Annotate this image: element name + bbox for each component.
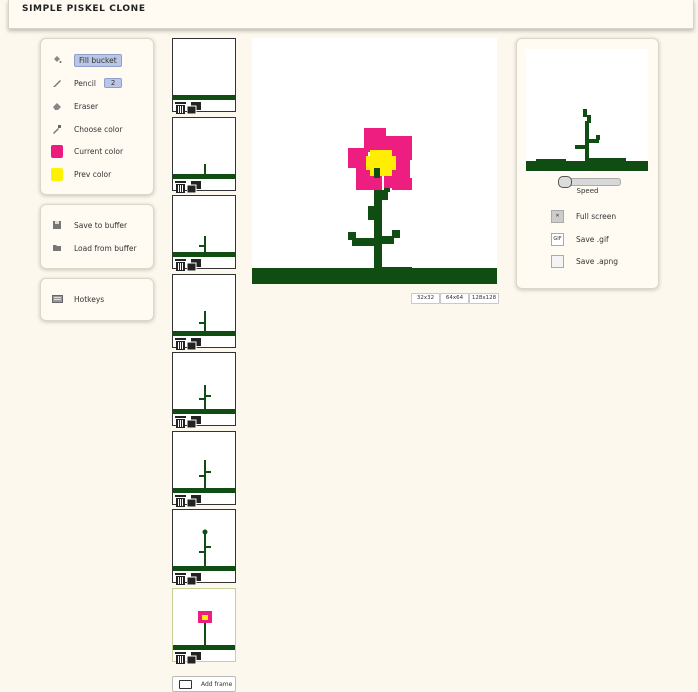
frame-thumbnail[interactable]: [172, 195, 236, 272]
frame-thumbnail[interactable]: [172, 38, 236, 115]
duplicate-icon[interactable]: [186, 492, 201, 508]
current-color-swatch: [51, 144, 63, 158]
frame-image: [173, 311, 235, 336]
folder-icon: [51, 242, 63, 254]
duplicate-icon[interactable]: [186, 99, 201, 115]
animation-preview: [526, 49, 648, 173]
prev-color-tool[interactable]: Prev color: [51, 165, 111, 183]
eraser-icon: [51, 100, 63, 112]
canvas-size-button[interactable]: 32x32: [411, 293, 440, 304]
trash-icon[interactable]: [175, 570, 186, 585]
trash-icon[interactable]: [175, 413, 186, 428]
hotkeys-button[interactable]: Hotkeys: [51, 290, 104, 308]
frame-image: [173, 236, 235, 257]
frame-buttons: [175, 413, 205, 429]
duplicate-icon[interactable]: [186, 570, 201, 586]
eraser-label: Eraser: [74, 101, 99, 111]
eyedropper-icon: [51, 123, 63, 135]
frame-image: [173, 95, 235, 100]
frame-thumbnail[interactable]: [172, 352, 236, 429]
prev-color-label: Prev color: [74, 169, 112, 179]
frame-image: [173, 529, 235, 571]
duplicate-icon[interactable]: [186, 335, 201, 351]
save-apng-label: Save .apng: [576, 256, 619, 266]
frame-buttons: [175, 256, 205, 272]
save-to-buffer-button[interactable]: Save to buffer: [51, 216, 127, 234]
frame-image: [173, 611, 235, 650]
duplicate-icon[interactable]: [186, 256, 201, 272]
fullscreen-icon: ✕: [551, 209, 564, 223]
frame-buttons: [175, 570, 205, 586]
full-screen-button[interactable]: ✕ Full screen: [551, 209, 616, 223]
fill-bucket-label: Fill bucket: [74, 53, 122, 67]
frame-buttons: [175, 335, 205, 351]
save-gif-label: Save .gif: [576, 234, 609, 244]
choose-color-tool[interactable]: Choose color: [51, 120, 123, 138]
preview-panel: Speed ✕ Full screen GIF Save .gif Save .…: [516, 38, 659, 289]
gif-icon: GIF: [551, 232, 564, 246]
save-apng-button[interactable]: Save .apng: [551, 254, 618, 268]
file-icon: [551, 254, 564, 268]
save-icon: [51, 219, 63, 231]
hotkeys-label: Hotkeys: [74, 294, 105, 304]
prev-color-swatch: [51, 167, 63, 181]
frame-thumbnail[interactable]: [172, 588, 236, 665]
keyboard-icon: [51, 293, 63, 305]
trash-icon[interactable]: [175, 649, 186, 664]
pencil-tool[interactable]: Pencil 2: [51, 74, 123, 92]
save-gif-button[interactable]: GIF Save .gif: [551, 232, 609, 246]
fill-bucket-tool[interactable]: Fill bucket: [51, 51, 122, 69]
add-frame-icon: [179, 679, 192, 689]
tools-panel: Fill bucket Pencil 2 Eraser Choose color…: [40, 38, 154, 195]
current-color-tool[interactable]: Current color: [51, 142, 123, 160]
duplicate-icon[interactable]: [186, 178, 201, 194]
buffer-panel: Save to buffer Load from buffer: [40, 204, 154, 269]
speed-slider[interactable]: [558, 176, 621, 188]
frame-thumbnail[interactable]: [172, 431, 236, 508]
app-title: SIMPLE PISKEL CLONE: [22, 4, 146, 14]
canvas-drawing: [252, 128, 497, 284]
current-color-swatch-wrap: [51, 144, 63, 158]
frame-image: [173, 460, 235, 493]
pencil-label: Pencil: [74, 78, 96, 88]
full-screen-label: Full screen: [576, 211, 617, 221]
frame-buttons: [175, 99, 205, 115]
choose-color-label: Choose color: [74, 124, 123, 134]
load-from-buffer-label: Load from buffer: [74, 243, 137, 253]
canvas-size-button[interactable]: 64x64: [440, 293, 469, 304]
speed-label: Speed: [576, 187, 599, 195]
duplicate-icon[interactable]: [186, 413, 201, 429]
current-color-label: Current color: [74, 146, 124, 156]
prev-color-swatch-wrap: [51, 167, 63, 181]
load-from-buffer-button[interactable]: Load from buffer: [51, 239, 137, 257]
trash-icon[interactable]: [175, 256, 186, 271]
eraser-tool[interactable]: Eraser: [51, 97, 98, 115]
canvas-size-button[interactable]: 128x128: [469, 293, 499, 304]
trash-icon[interactable]: [175, 492, 186, 507]
fill-bucket-icon: [51, 54, 63, 66]
drawing-canvas[interactable]: [252, 38, 497, 284]
frame-buttons: [175, 492, 205, 508]
app-header: SIMPLE PISKEL CLONE: [8, 0, 694, 29]
pencil-icon: [51, 77, 63, 89]
add-frame-button[interactable]: Add frame: [172, 676, 236, 692]
trash-icon[interactable]: [175, 178, 186, 193]
trash-icon[interactable]: [175, 99, 186, 114]
preview-drawing: [526, 109, 648, 171]
duplicate-icon[interactable]: [186, 649, 201, 665]
frame-image: [173, 385, 235, 414]
frame-thumbnail[interactable]: [172, 274, 236, 351]
pencil-size-badge[interactable]: 2: [103, 78, 123, 88]
frame-image: [173, 164, 235, 179]
frame-buttons: [175, 649, 205, 665]
add-frame-label: Add frame: [201, 680, 233, 688]
trash-icon[interactable]: [175, 335, 186, 350]
frame-thumbnail[interactable]: [172, 117, 236, 194]
save-to-buffer-label: Save to buffer: [74, 220, 128, 230]
hotkeys-panel: Hotkeys: [40, 278, 154, 321]
frame-buttons: [175, 178, 205, 194]
frame-thumbnail[interactable]: [172, 509, 236, 586]
